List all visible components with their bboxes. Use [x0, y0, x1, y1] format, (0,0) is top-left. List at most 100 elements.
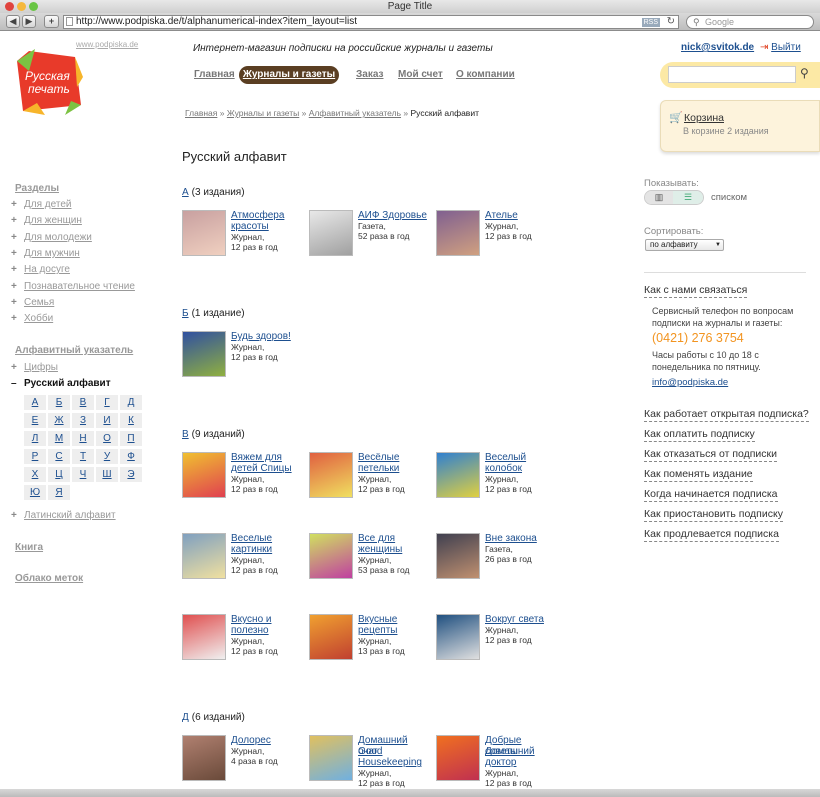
nav-about[interactable]: О компании	[456, 69, 515, 80]
magazine-title-link[interactable]: Веселые	[231, 533, 301, 544]
letter-link[interactable]: О	[96, 431, 118, 446]
magazine-cover-image[interactable]	[182, 533, 226, 579]
sidebar-item[interactable]: Семья	[24, 297, 54, 308]
letter-link[interactable]: С	[48, 449, 70, 464]
google-search-field[interactable]: ⚲ Google	[686, 15, 814, 29]
sidebar-item[interactable]: Хобби	[24, 313, 53, 324]
crumb-index[interactable]: Алфавитный указатель	[309, 108, 401, 118]
letter-link[interactable]: З	[72, 413, 94, 428]
sidebar-item[interactable]: Для женщин	[24, 215, 82, 226]
faq-link[interactable]: Как работает открытая подписка?	[644, 408, 809, 422]
sidebar-item[interactable]: Для мужчин	[24, 248, 80, 259]
magazine-cover-image[interactable]	[182, 331, 226, 377]
letter-link[interactable]: Р	[24, 449, 46, 464]
small-site-url[interactable]: www.podpiska.de	[76, 40, 138, 49]
letter-link[interactable]: Ж	[48, 413, 70, 428]
section-letter-link[interactable]: Б	[182, 308, 189, 319]
section-letter-link[interactable]: А	[182, 187, 189, 198]
magazine-cover-image[interactable]	[436, 210, 480, 256]
sections-title[interactable]: Разделы	[15, 183, 59, 194]
magazine-title-link[interactable]: Вяжем для	[231, 452, 301, 463]
grid-view-icon[interactable]: ▥	[645, 191, 673, 204]
magazine-title-link[interactable]: Housekeeping	[358, 757, 428, 768]
letter-link[interactable]: К	[120, 413, 142, 428]
cart-title[interactable]: Корзина	[684, 112, 724, 124]
section-letter-link[interactable]: В	[182, 429, 189, 440]
magazine-cover-image[interactable]	[182, 210, 226, 256]
letter-link[interactable]: В	[72, 395, 94, 410]
letter-link[interactable]: Д	[120, 395, 142, 410]
magazine-title-link[interactable]: Атмосфера	[231, 210, 301, 221]
magazine-title-link[interactable]: Весёлые	[358, 452, 428, 463]
magazine-cover-image[interactable]	[309, 614, 353, 660]
nav-account[interactable]: Мой счет	[398, 69, 443, 80]
letter-link[interactable]: Я	[48, 485, 70, 500]
letter-link[interactable]: Х	[24, 467, 46, 482]
magazine-title-link[interactable]: Вне закона	[485, 533, 555, 544]
site-logo[interactable]: Русская печать	[15, 47, 83, 115]
letter-link[interactable]: Б	[48, 395, 70, 410]
sidebar-item[interactable]: Познавательное чтение	[24, 281, 135, 292]
magazine-title-link[interactable]: Будь здоров!	[231, 331, 301, 342]
letter-link[interactable]: Г	[96, 395, 118, 410]
faq-link[interactable]: Как поменять издание	[644, 468, 753, 482]
magazine-title-link[interactable]: Вкусные	[358, 614, 428, 625]
letter-link[interactable]: Л	[24, 431, 46, 446]
sidebar-item[interactable]: На досуге	[24, 264, 70, 275]
letter-link[interactable]: Е	[24, 413, 46, 428]
magazine-title-link[interactable]: Все для	[358, 533, 428, 544]
contact-email[interactable]: info@podpiska.de	[652, 377, 728, 388]
letter-link[interactable]: И	[96, 413, 118, 428]
site-search-input[interactable]	[668, 66, 796, 83]
letter-link[interactable]: Ч	[72, 467, 94, 482]
magazine-cover-image[interactable]	[182, 735, 226, 781]
letter-link[interactable]: П	[120, 431, 142, 446]
magazine-cover-image[interactable]	[309, 210, 353, 256]
magazine-title-link[interactable]: женщины	[358, 544, 428, 555]
magazine-cover-image[interactable]	[436, 452, 480, 498]
minimize-window-icon[interactable]	[17, 2, 26, 11]
magazine-title-link[interactable]: АИФ Здоровье	[358, 210, 428, 221]
latin-alphabet-link[interactable]: Латинский алфавит	[24, 510, 116, 521]
magazine-cover-image[interactable]	[182, 452, 226, 498]
letter-link[interactable]: Э	[120, 467, 142, 482]
faq-link[interactable]: Когда начинается подписка	[644, 488, 778, 502]
magazine-cover-image[interactable]	[309, 533, 353, 579]
letter-link[interactable]: Ф	[120, 449, 142, 464]
magazine-title-link[interactable]: колобок	[485, 463, 555, 474]
magazine-title-link[interactable]: Веселый	[485, 452, 555, 463]
digits-link[interactable]: Цифры	[24, 362, 58, 373]
magazine-title-link[interactable]: Долорес	[231, 735, 301, 746]
tag-cloud-link[interactable]: Облако меток	[15, 573, 83, 584]
reload-icon[interactable]: ↻	[667, 16, 675, 28]
magazine-title-link[interactable]: полезно	[231, 625, 301, 636]
magazine-title-link[interactable]: рецепты	[358, 625, 428, 636]
magazine-title-link[interactable]: красоты	[231, 221, 301, 232]
magazine-cover-image[interactable]	[436, 614, 480, 660]
magazine-title-link[interactable]: картинки	[231, 544, 301, 555]
book-link[interactable]: Книга	[15, 542, 43, 553]
zoom-window-icon[interactable]	[29, 2, 38, 11]
magazine-title-link[interactable]: Вкусно и	[231, 614, 301, 625]
faq-link[interactable]: Как продлевается подписка	[644, 528, 779, 542]
letter-link[interactable]: Ц	[48, 467, 70, 482]
magazine-cover-image[interactable]	[182, 614, 226, 660]
crumb-magazines[interactable]: Журналы и газеты	[227, 108, 299, 118]
index-title[interactable]: Алфавитный указатель	[15, 345, 133, 356]
magazine-title-link[interactable]: Ателье	[485, 210, 555, 221]
magazine-title-link[interactable]: Домашний	[485, 746, 555, 757]
letter-link[interactable]: Ю	[24, 485, 46, 500]
magazine-title-link[interactable]: детей Спицы	[231, 463, 301, 474]
add-bookmark-icon[interactable]: +	[44, 15, 59, 28]
list-view-icon[interactable]: ☰	[673, 191, 703, 204]
crumb-home[interactable]: Главная	[185, 108, 217, 118]
nav-magazines[interactable]: Журналы и газеты	[239, 66, 339, 84]
user-email-link[interactable]: nick@svitok.de	[681, 42, 754, 53]
letter-link[interactable]: Ш	[96, 467, 118, 482]
magazine-title-link[interactable]: доктор	[485, 757, 555, 768]
back-icon[interactable]: ◀	[6, 15, 20, 28]
magazine-title-link[interactable]: Good	[358, 746, 428, 757]
letter-link[interactable]: М	[48, 431, 70, 446]
sidebar-item[interactable]: Для детей	[24, 199, 71, 210]
contact-title[interactable]: Как с нами связаться	[644, 284, 748, 298]
